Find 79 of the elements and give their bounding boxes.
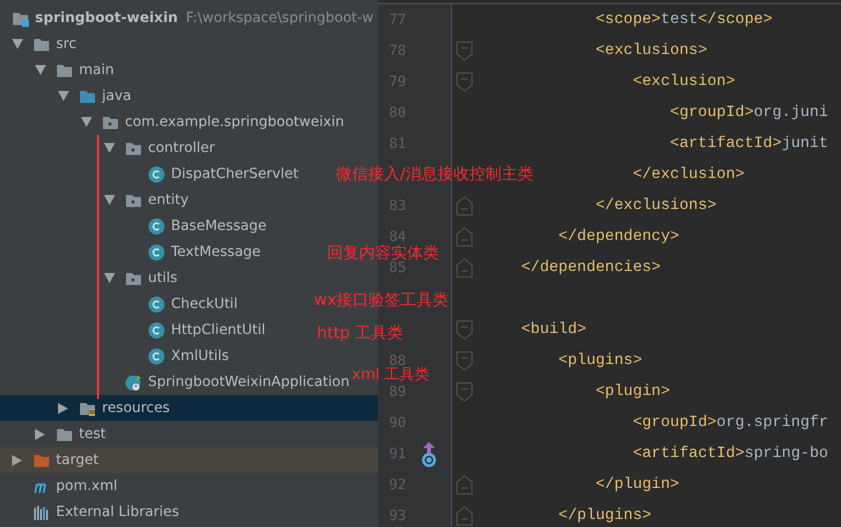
tree-item[interactable]: utils xyxy=(148,271,178,285)
tree-item[interactable]: BaseMessage xyxy=(171,219,266,233)
tree-item[interactable]: SpringbootWeixinApplication xyxy=(148,375,350,389)
xml-value: test xyxy=(660,12,698,28)
fold-marker-icon[interactable] xyxy=(456,350,473,370)
xml-tag: <groupId> xyxy=(670,104,754,120)
tree-item[interactable]: HttpClientUtil xyxy=(171,323,266,337)
xml-value: org.springfr xyxy=(716,414,828,430)
expand-arrow-icon[interactable] xyxy=(81,117,92,127)
xml-tag: <build> xyxy=(521,322,586,338)
collapse-arrow-icon[interactable] xyxy=(58,402,68,414)
tree-item[interactable]: DispatCherServlet xyxy=(171,167,298,181)
annotation-text: 微信接入/消息接收控制主类 xyxy=(336,166,534,182)
fold-marker-icon[interactable] xyxy=(456,196,473,216)
tree-item[interactable]: main xyxy=(79,63,114,77)
collapse-arrow-icon[interactable] xyxy=(35,428,45,440)
tree-item[interactable]: External Libraries xyxy=(56,505,179,519)
annotation-text: 回复内容实体类 xyxy=(327,245,439,261)
project-path: F:\workspace\springboot-w xyxy=(186,11,374,25)
xml-tag: <exclusions> xyxy=(596,42,708,58)
expand-arrow-icon[interactable] xyxy=(35,65,46,75)
xml-tag: </dependencies> xyxy=(521,260,661,276)
expand-arrow-icon[interactable] xyxy=(104,195,115,205)
xml-tag: <artifactId> xyxy=(632,446,744,462)
class-icon xyxy=(148,348,165,364)
expand-arrow-icon[interactable] xyxy=(12,39,23,49)
tree-item[interactable]: java xyxy=(102,89,132,103)
tree-item[interactable]: controller xyxy=(148,141,215,155)
xml-tag: <plugins> xyxy=(558,352,642,368)
xml-tag: <plugin> xyxy=(596,384,670,400)
annotation-text: wx接口验签工具类 xyxy=(314,292,449,308)
annotation-text: http 工具类 xyxy=(317,325,403,341)
xml-tag: </scope> xyxy=(698,12,772,28)
xml-tag: </plugins> xyxy=(558,508,652,524)
xml-tag: <artifactId> xyxy=(670,136,782,152)
class-icon xyxy=(148,218,165,234)
fold-marker-icon[interactable] xyxy=(456,258,473,278)
selected-tree-row[interactable]: resources xyxy=(0,395,378,421)
tree-item[interactable]: XmlUtils xyxy=(171,349,229,363)
class-icon xyxy=(148,296,165,312)
xml-tag: </dependency> xyxy=(558,228,680,244)
expand-arrow-icon[interactable] xyxy=(104,143,115,153)
project-name[interactable]: springboot-weixin xyxy=(35,11,178,25)
fold-marker-icon[interactable] xyxy=(456,226,473,246)
xml-tag: <scope> xyxy=(596,12,661,28)
excluded-tree-row[interactable]: target xyxy=(0,447,378,473)
fold-marker-icon[interactable] xyxy=(456,382,473,402)
application-class-icon xyxy=(125,374,142,390)
xml-value: junit xyxy=(782,136,828,152)
class-icon xyxy=(148,322,165,338)
xml-tag: </exclusions> xyxy=(596,198,717,214)
annotation-text: xml 工具类 xyxy=(352,367,430,382)
tree-item[interactable]: TextMessage xyxy=(171,245,261,259)
fold-marker-icon[interactable] xyxy=(456,72,473,92)
xml-value: spring-bo xyxy=(744,446,828,462)
expand-arrow-icon[interactable] xyxy=(58,91,69,101)
libraries-icon xyxy=(33,504,50,520)
tree-item[interactable]: target xyxy=(56,453,99,467)
override-marker-icon[interactable] xyxy=(420,440,438,468)
tree-item[interactable]: entity xyxy=(148,193,189,207)
fold-marker-icon[interactable] xyxy=(456,320,473,340)
tree-item[interactable]: src xyxy=(56,37,76,51)
xml-tag: </plugin> xyxy=(596,476,680,492)
expand-arrow-icon[interactable] xyxy=(104,273,115,283)
fold-marker-icon[interactable] xyxy=(456,474,473,494)
fold-marker-icon[interactable] xyxy=(456,506,473,526)
xml-tag: </exclusion> xyxy=(632,166,744,182)
tree-item[interactable]: resources xyxy=(102,401,170,415)
class-icon xyxy=(148,166,165,182)
xml-tag: <exclusion> xyxy=(632,74,736,90)
tree-item[interactable]: test xyxy=(79,427,106,441)
xml-value: org.juni xyxy=(754,104,828,120)
fold-marker-icon[interactable] xyxy=(456,40,473,60)
collapse-arrow-icon[interactable] xyxy=(12,454,22,466)
tree-item[interactable]: com.example.springbootweixin xyxy=(125,115,344,129)
class-icon xyxy=(148,244,165,260)
tree-item[interactable]: CheckUtil xyxy=(171,297,238,311)
tree-item[interactable]: pom.xml xyxy=(56,479,118,493)
xml-tag: <groupId> xyxy=(632,414,717,430)
